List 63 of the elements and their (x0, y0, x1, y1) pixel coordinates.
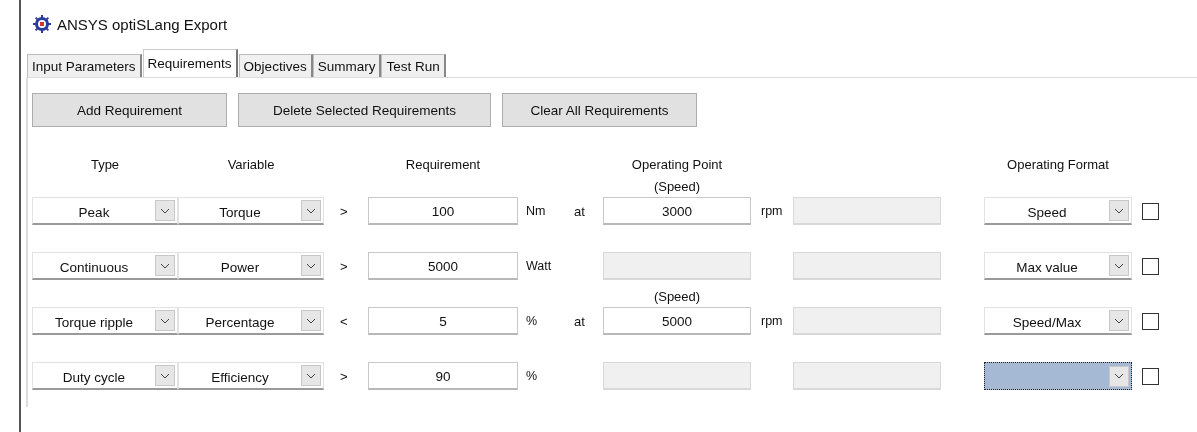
unit-label: rpm (760, 204, 784, 218)
comparison-operator: > (339, 368, 349, 384)
operating-point-field[interactable]: 5000 (603, 307, 751, 335)
type-dropdown[interactable]: Peak (32, 197, 178, 225)
tab[interactable]: Requirements (142, 49, 238, 77)
chevron-down-icon (160, 372, 170, 379)
chevron-down-icon (160, 317, 170, 324)
chevron-down-icon (306, 317, 316, 324)
format-dropdown[interactable]: Speed (984, 197, 1132, 225)
type-dropdown[interactable]: Continuous (32, 252, 178, 280)
unit-label: % (525, 314, 539, 328)
window-title: ANSYS optiSLang Export (57, 15, 228, 33)
checkbox[interactable] (1142, 257, 1159, 275)
comparison-operator: > (339, 258, 349, 274)
chevron-down-icon (1114, 207, 1124, 214)
format-dropdown[interactable]: Max value (984, 252, 1132, 280)
operating-point-caption: (Speed) (652, 289, 702, 304)
requirement-field[interactable]: 5000 (368, 252, 518, 280)
chevron-down-icon (306, 207, 316, 214)
checkbox[interactable] (1142, 202, 1159, 220)
requirement-field[interactable]: 90 (368, 362, 518, 390)
chevron-down-icon (160, 207, 170, 214)
app-logo-icon (33, 15, 51, 33)
chevron-down-icon (306, 262, 316, 269)
column-header: Variable (226, 156, 276, 172)
at-label: at (573, 313, 586, 329)
checkbox[interactable] (1142, 367, 1159, 385)
variable-dropdown[interactable]: Efficiency (178, 362, 324, 390)
column-header: Type (89, 156, 121, 172)
operating-point-caption: (Speed) (652, 179, 702, 194)
operating-point-field[interactable]: 3000 (603, 197, 751, 225)
comparison-operator: < (339, 313, 349, 329)
chevron-down-icon (1114, 262, 1124, 269)
requirement-field[interactable]: 5 (368, 307, 518, 335)
tab[interactable]: Input Parameters (27, 54, 142, 77)
type-dropdown[interactable]: Duty cycle (32, 362, 178, 390)
unit-label: rpm (760, 314, 784, 328)
unit-label: Nm (525, 204, 547, 218)
action-button[interactable]: Clear All Requirements (502, 93, 697, 127)
format-dropdown[interactable] (984, 362, 1132, 390)
chevron-down-icon (306, 372, 316, 379)
tab[interactable]: Summary (312, 54, 382, 77)
requirement-field[interactable]: 100 (368, 197, 518, 225)
comparison-operator: > (339, 203, 349, 219)
chevron-down-icon (1114, 317, 1124, 324)
tab[interactable]: Test Run (381, 54, 446, 77)
action-button[interactable]: Add Requirement (32, 93, 227, 127)
unit-label: % (525, 369, 539, 383)
column-header: Operating Point (630, 156, 724, 172)
type-dropdown[interactable]: Torque ripple (32, 307, 178, 335)
column-header: Operating Format (1006, 156, 1110, 172)
checkbox[interactable] (1142, 312, 1159, 330)
variable-dropdown[interactable]: Power (178, 252, 324, 280)
at-label: at (573, 203, 586, 219)
format-dropdown[interactable]: Speed/Max (984, 307, 1132, 335)
column-header: Requirement (404, 156, 482, 172)
variable-dropdown[interactable]: Percentage (178, 307, 324, 335)
action-button[interactable]: Delete Selected Requirements (238, 93, 491, 127)
unit-label: Watt (525, 259, 553, 273)
variable-dropdown[interactable]: Torque (178, 197, 324, 225)
chevron-down-icon (1114, 373, 1124, 379)
tab[interactable]: Objectives (238, 54, 313, 77)
chevron-down-icon (160, 262, 170, 269)
